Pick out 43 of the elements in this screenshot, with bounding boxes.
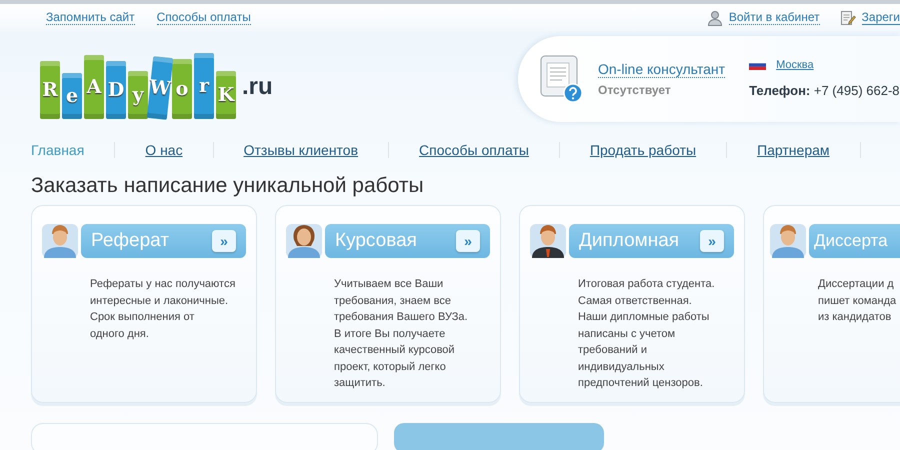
- card-title[interactable]: Дипломная »: [569, 224, 734, 258]
- card-description: Диссертации д пишет команда из кандидатов: [818, 277, 898, 325]
- nav-link[interactable]: Продать работы: [590, 142, 696, 158]
- top-link[interactable]: Запомнить сайт: [46, 10, 135, 25]
- logo-book: K: [216, 70, 236, 118]
- card-description: Учитываем все Ваши требования, знаем все требования Вашего ВУЗа. В итоге Вы получаете качественный курсовой проект, который легко защитить.: [334, 277, 469, 391]
- logo-book: W: [146, 56, 174, 120]
- logo-book: r: [194, 52, 214, 118]
- logo-domain: .ru: [242, 72, 273, 100]
- person-avatar-icon: [530, 222, 566, 258]
- logo-book: y: [128, 70, 148, 118]
- flag-icon: [749, 60, 766, 70]
- card-title[interactable]: Реферат »: [81, 224, 246, 258]
- document-edit-icon: [840, 10, 856, 26]
- card-description: Итоговая работа студента. Самая ответственная. Наши дипломные работы написаны с учетом требований и индивидуальных предпочтений цензоров.: [578, 277, 716, 391]
- open-button[interactable]: »: [700, 230, 724, 252]
- nav-link[interactable]: Отзывы клиентов: [244, 142, 358, 158]
- logo-book: R: [40, 60, 60, 118]
- logo-book: A: [84, 54, 104, 118]
- top-link[interactable]: Способы оплаты: [156, 10, 251, 25]
- open-button[interactable]: »: [456, 230, 480, 252]
- logo-book: e: [62, 72, 82, 118]
- consultant-link[interactable]: On-line консультант: [598, 60, 726, 78]
- phone-number: Телефон: +7 (495) 662-8: [749, 83, 900, 98]
- account-link[interactable]: Войти в кабинет: [728, 10, 820, 25]
- person-avatar-icon: [42, 222, 78, 258]
- nav-link[interactable]: О нас: [145, 142, 183, 158]
- account-link[interactable]: Зареги: [862, 10, 900, 25]
- logo-book: o: [172, 58, 192, 118]
- nav-link[interactable]: Партнерам: [757, 142, 830, 158]
- user-icon: [706, 10, 723, 26]
- page-heading: Заказать написание уникальной работы: [31, 173, 425, 199]
- consultant-icon: [540, 54, 584, 102]
- city-link[interactable]: Москва: [776, 59, 814, 71]
- nav-link[interactable]: Способы оплаты: [419, 142, 529, 158]
- card-description: Рефераты у нас получаются интересные и лаконичные. Срок выполнения от одного дня.: [90, 277, 236, 342]
- consultant-status: Отсутствует: [598, 82, 672, 96]
- person-avatar-icon: [770, 222, 806, 258]
- nav-link[interactable]: Главная: [31, 142, 84, 158]
- logo-book: D: [106, 60, 126, 118]
- card-title[interactable]: Курсовая »: [325, 224, 490, 258]
- open-button[interactable]: »: [212, 230, 236, 252]
- person-avatar-icon: [286, 222, 322, 258]
